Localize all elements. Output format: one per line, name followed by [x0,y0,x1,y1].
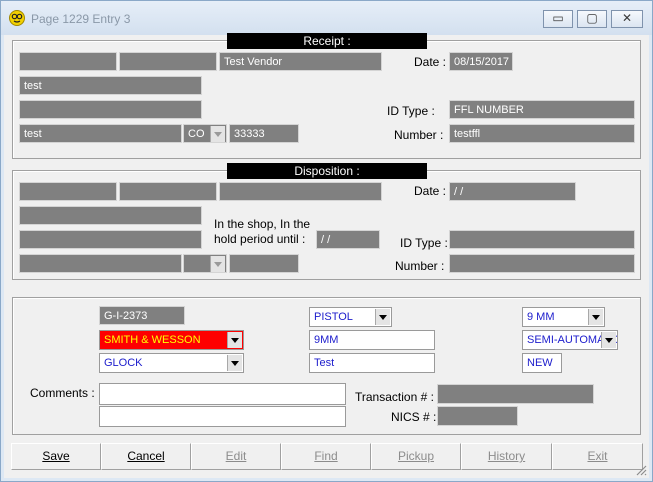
disposition-name-field-3[interactable] [219,182,382,201]
disposition-id-type-field[interactable] [449,230,635,249]
app-logo-icon [9,10,25,26]
edit-button[interactable]: Edit [191,443,281,470]
disposition-address2-field[interactable] [19,230,202,249]
disposition-state-combo[interactable] [183,254,227,273]
nics-number-label: NICS # : [391,410,437,424]
disposition-heading: Disposition : [227,163,427,179]
caliber-value: 9 MM [527,311,555,323]
receipt-heading: Receipt : [227,33,427,49]
disposition-date-label: Date : [414,184,447,198]
resize-grip-icon[interactable] [635,464,647,476]
minimize-button[interactable]: ▭ [543,10,573,28]
action-combo[interactable]: SEMI-AUTOMATIC [522,330,618,350]
receipt-city-field[interactable]: test [19,124,182,143]
receipt-state-value: CO [188,128,205,140]
receipt-number-field[interactable]: testffl [449,124,635,143]
comments-field-1[interactable] [99,383,346,405]
transaction-number-field[interactable] [437,384,594,404]
receipt-name-field-1[interactable] [19,52,117,71]
disposition-address1-field[interactable] [19,206,202,225]
hold-period-label-line2: hold period until : [214,232,306,246]
condition-field[interactable]: NEW [522,353,562,373]
chevron-down-icon[interactable] [210,256,225,272]
cancel-button[interactable]: Cancel [101,443,191,470]
title-bar[interactable]: Page 1229 Entry 3 ▭ ▢ ✕ [1,1,652,35]
firearm-type-combo[interactable]: PISTOL [309,307,392,327]
comments-field-2[interactable] [99,406,346,427]
chevron-down-icon[interactable] [227,332,242,348]
hold-period-label-line1: In the shop, In the [214,217,311,231]
receipt-number-label: Number : [394,128,444,142]
maximize-icon: ▢ [586,11,598,25]
history-button[interactable]: History [461,443,552,470]
receipt-name-field-2[interactable] [119,52,217,71]
chevron-down-icon[interactable] [601,332,616,348]
maximize-button[interactable]: ▢ [577,10,607,28]
disposition-id-type-label: ID Type : [400,236,448,250]
disposition-zip-field[interactable] [229,254,299,273]
importer-combo[interactable]: GLOCK [99,353,244,373]
receipt-state-combo[interactable]: CO [183,124,227,143]
pickup-button[interactable]: Pickup [371,443,461,470]
disposition-name-field-1[interactable] [19,182,117,201]
firearm-type-value: PISTOL [314,311,353,323]
caliber-combo[interactable]: 9 MM [522,307,605,327]
chevron-down-icon[interactable] [375,309,390,325]
form-client-area: Receipt : Test Vendor test test CO 33333… [4,33,649,478]
chevron-down-icon[interactable] [210,126,225,142]
manufacturer-value: SMITH & WESSON [104,334,201,346]
receipt-zip-field[interactable]: 33333 [229,124,299,143]
chevron-down-icon[interactable] [227,355,242,371]
close-icon: ✕ [621,11,633,25]
receipt-date-field[interactable]: 08/15/2017 [449,52,513,71]
exit-button[interactable]: Exit [552,443,643,470]
close-button[interactable]: ✕ [611,10,643,28]
comments-label: Comments : [30,386,95,400]
model-field[interactable]: Test [309,353,435,373]
action-button-bar: Save Cancel Edit Find Pickup History Exi… [11,443,643,470]
find-button[interactable]: Find [281,443,371,470]
manufacturer-combo[interactable]: SMITH & WESSON [99,330,244,350]
chevron-down-icon[interactable] [588,309,603,325]
disposition-number-field[interactable] [449,254,635,273]
receipt-address2-field[interactable] [19,100,202,119]
nics-number-field[interactable] [437,406,518,426]
disposition-name-field-2[interactable] [119,182,217,201]
caliber-text-field[interactable]: 9MM [309,330,435,350]
disposition-city-field[interactable] [19,254,182,273]
hold-period-date-field[interactable]: / / [316,230,380,249]
receipt-id-type-field[interactable]: FFL NUMBER [449,100,635,119]
disposition-number-label: Number : [395,259,445,273]
disposition-date-field[interactable]: / / [449,182,576,201]
save-button[interactable]: Save [11,443,101,470]
receipt-address1-field[interactable]: test [19,76,202,95]
window-title: Page 1229 Entry 3 [31,12,131,26]
application-window: Page 1229 Entry 3 ▭ ▢ ✕ Receipt : Test V… [0,0,653,482]
receipt-vendor-field[interactable]: Test Vendor [219,52,382,71]
receipt-date-label: Date : [414,55,447,69]
transaction-number-label: Transaction # : [355,390,434,404]
minimize-icon: ▭ [552,11,564,25]
receipt-id-type-label: ID Type : [387,104,435,118]
serial-number-field[interactable]: G-I-2373 [99,306,185,325]
importer-value: GLOCK [104,357,143,369]
